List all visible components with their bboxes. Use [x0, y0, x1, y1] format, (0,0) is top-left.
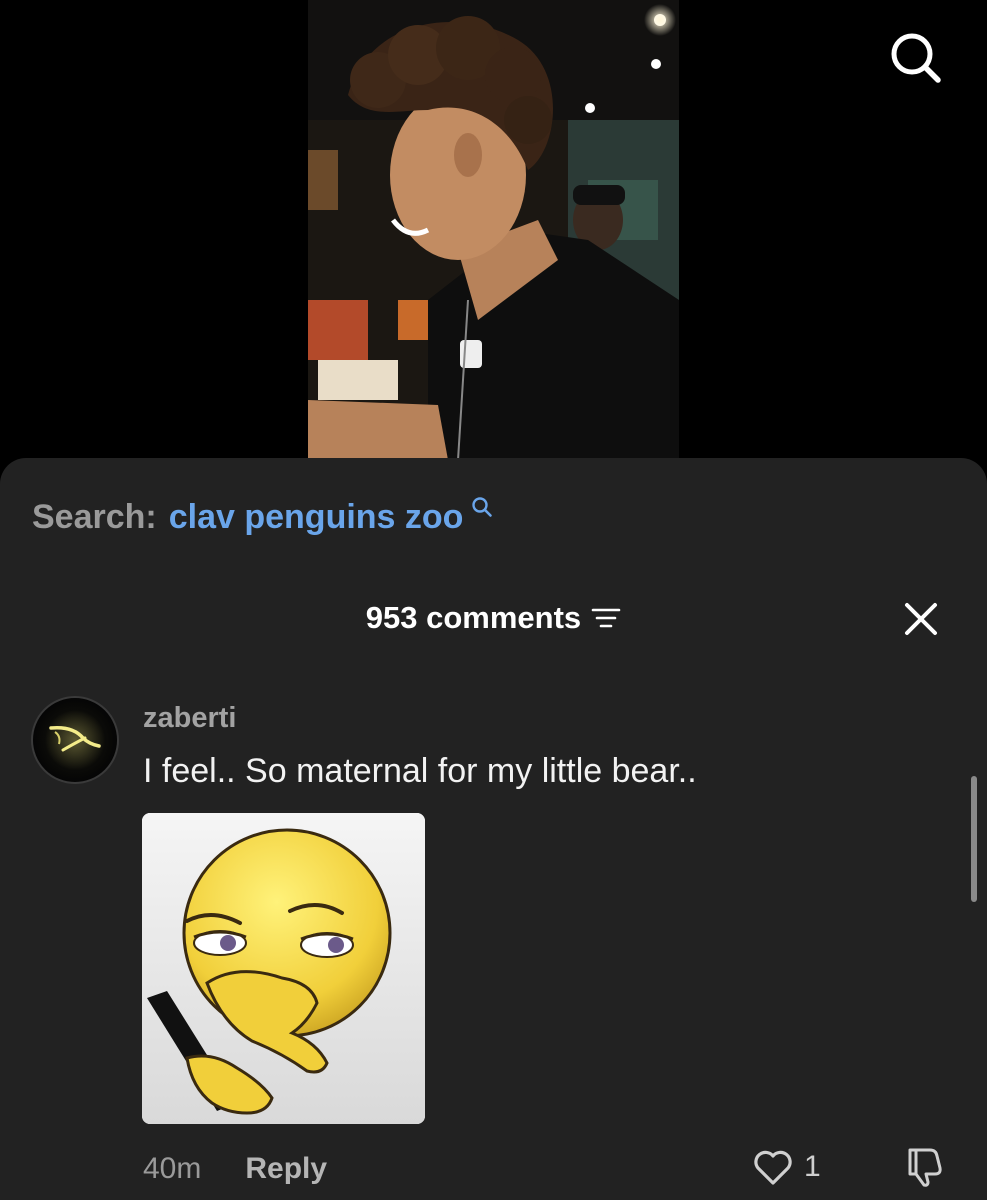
close-button[interactable]	[898, 596, 944, 642]
scrollbar[interactable]	[971, 776, 977, 902]
search-label: Search:	[32, 498, 157, 536]
comment-sticker-image[interactable]	[142, 813, 425, 1124]
related-search-link[interactable]: Search: clav penguins zoo	[32, 497, 493, 537]
blushing-emoji-sticker	[142, 813, 425, 1124]
heart-icon	[754, 1150, 792, 1185]
top-search-button[interactable]	[884, 26, 948, 90]
close-icon	[905, 603, 937, 635]
comments-header: 953 comments	[0, 596, 987, 640]
dislike-button[interactable]	[902, 1144, 946, 1193]
comments-sheet: Search: clav penguins zoo 953 comments z…	[0, 458, 987, 1200]
reply-button[interactable]: Reply	[245, 1152, 327, 1186]
search-query[interactable]: clav penguins zoo	[169, 498, 464, 537]
comment-username[interactable]: zaberti	[143, 702, 236, 735]
avatar[interactable]	[31, 696, 119, 784]
video-player[interactable]	[308, 0, 679, 460]
comment-time: 40m	[143, 1152, 202, 1185]
like-button[interactable]: 1	[752, 1148, 821, 1186]
search-icon	[472, 497, 493, 517]
comments-count: 953 comments	[366, 600, 621, 636]
comment-text: I feel.. So maternal for my little bear.…	[143, 752, 697, 790]
like-count: 1	[804, 1150, 821, 1183]
comments-count-label: 953 comments	[365, 600, 582, 635]
thumbs-down-icon	[908, 1148, 942, 1187]
video-frame	[308, 0, 679, 460]
search-icon	[891, 33, 941, 83]
comment-meta: 40m Reply	[143, 1152, 327, 1186]
sort-lines-icon[interactable]	[591, 605, 621, 631]
